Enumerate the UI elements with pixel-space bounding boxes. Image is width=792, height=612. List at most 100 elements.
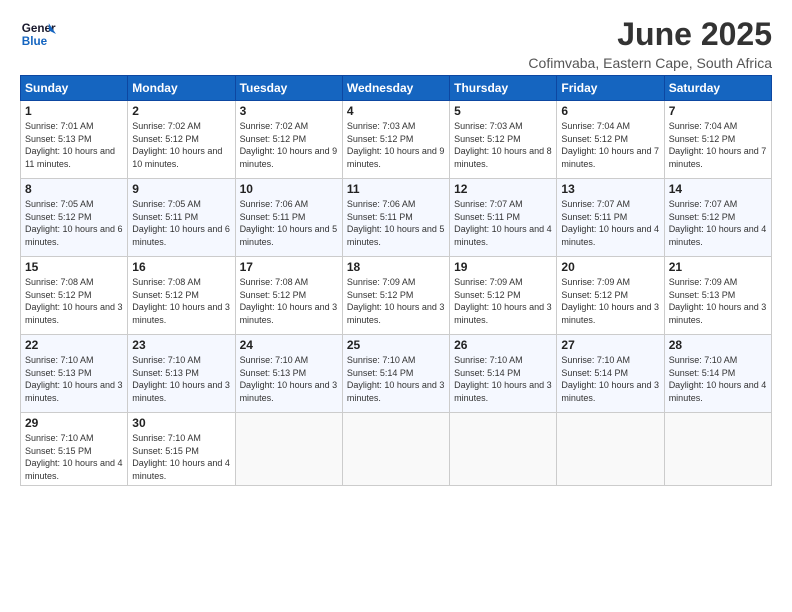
day-header-sunday: Sunday xyxy=(21,76,128,101)
day-number: 15 xyxy=(25,260,123,274)
day-number: 18 xyxy=(347,260,445,274)
day-info: Sunrise: 7:10 AM Sunset: 5:13 PM Dayligh… xyxy=(132,354,230,404)
day-info: Sunrise: 7:07 AM Sunset: 5:11 PM Dayligh… xyxy=(454,198,552,248)
day-info: Sunrise: 7:04 AM Sunset: 5:12 PM Dayligh… xyxy=(561,120,659,170)
day-info: Sunrise: 7:09 AM Sunset: 5:13 PM Dayligh… xyxy=(669,276,767,326)
table-row: 1 Sunrise: 7:01 AM Sunset: 5:13 PM Daylig… xyxy=(21,101,128,179)
day-info: Sunrise: 7:06 AM Sunset: 5:11 PM Dayligh… xyxy=(347,198,445,248)
day-info: Sunrise: 7:10 AM Sunset: 5:14 PM Dayligh… xyxy=(454,354,552,404)
day-header-thursday: Thursday xyxy=(450,76,557,101)
day-info: Sunrise: 7:09 AM Sunset: 5:12 PM Dayligh… xyxy=(454,276,552,326)
table-row: 26 Sunrise: 7:10 AM Sunset: 5:14 PM Dayli… xyxy=(450,335,557,413)
day-number: 8 xyxy=(25,182,123,196)
day-info: Sunrise: 7:03 AM Sunset: 5:12 PM Dayligh… xyxy=(454,120,552,170)
table-row: 20 Sunrise: 7:09 AM Sunset: 5:12 PM Dayli… xyxy=(557,257,664,335)
day-number: 7 xyxy=(669,104,767,118)
table-row: 22 Sunrise: 7:10 AM Sunset: 5:13 PM Dayli… xyxy=(21,335,128,413)
day-info: Sunrise: 7:05 AM Sunset: 5:12 PM Dayligh… xyxy=(25,198,123,248)
table-row: 2Sunrise: 7:02 AM Sunset: 5:12 PM Daylig… xyxy=(128,101,235,179)
table-row: 16 Sunrise: 7:08 AM Sunset: 5:12 PM Dayli… xyxy=(128,257,235,335)
calendar-table: SundayMondayTuesdayWednesdayThursdayFrid… xyxy=(20,75,772,486)
table-row: 4 Sunrise: 7:03 AM Sunset: 5:12 PM Daylig… xyxy=(342,101,449,179)
table-row: 28 Sunrise: 7:10 AM Sunset: 5:14 PM Dayli… xyxy=(664,335,771,413)
day-info: Sunrise: 7:02 AM Sunset: 5:12 PM Dayligh… xyxy=(132,120,230,170)
day-info: Sunrise: 7:05 AM Sunset: 5:11 PM Dayligh… xyxy=(132,198,230,248)
day-number: 5 xyxy=(454,104,552,118)
table-row: 25 Sunrise: 7:10 AM Sunset: 5:14 PM Dayli… xyxy=(342,335,449,413)
day-number: 24 xyxy=(240,338,338,352)
table-row: 5 Sunrise: 7:03 AM Sunset: 5:12 PM Daylig… xyxy=(450,101,557,179)
day-number: 17 xyxy=(240,260,338,274)
table-row xyxy=(235,413,342,486)
table-row: 23 Sunrise: 7:10 AM Sunset: 5:13 PM Dayli… xyxy=(128,335,235,413)
title-block: June 2025 Cofimvaba, Eastern Cape, South… xyxy=(528,16,772,71)
day-number: 20 xyxy=(561,260,659,274)
day-number: 4 xyxy=(347,104,445,118)
day-number: 10 xyxy=(240,182,338,196)
day-number: 16 xyxy=(132,260,230,274)
day-number: 23 xyxy=(132,338,230,352)
day-info: Sunrise: 7:10 AM Sunset: 5:15 PM Dayligh… xyxy=(132,432,230,482)
table-row: 8 Sunrise: 7:05 AM Sunset: 5:12 PM Daylig… xyxy=(21,179,128,257)
day-number: 13 xyxy=(561,182,659,196)
table-row: 11 Sunrise: 7:06 AM Sunset: 5:11 PM Dayli… xyxy=(342,179,449,257)
day-number: 1 xyxy=(25,104,123,118)
table-row: 3 Sunrise: 7:02 AM Sunset: 5:12 PM Daylig… xyxy=(235,101,342,179)
table-row: 12 Sunrise: 7:07 AM Sunset: 5:11 PM Dayli… xyxy=(450,179,557,257)
table-row: 24 Sunrise: 7:10 AM Sunset: 5:13 PM Dayli… xyxy=(235,335,342,413)
day-number: 12 xyxy=(454,182,552,196)
table-row: 21 Sunrise: 7:09 AM Sunset: 5:13 PM Dayli… xyxy=(664,257,771,335)
day-info: Sunrise: 7:10 AM Sunset: 5:13 PM Dayligh… xyxy=(240,354,338,404)
table-row: 19 Sunrise: 7:09 AM Sunset: 5:12 PM Dayli… xyxy=(450,257,557,335)
table-row xyxy=(664,413,771,486)
table-row xyxy=(342,413,449,486)
table-row: 7Sunrise: 7:04 AM Sunset: 5:12 PM Daylig… xyxy=(664,101,771,179)
table-row: 18 Sunrise: 7:09 AM Sunset: 5:12 PM Dayli… xyxy=(342,257,449,335)
day-number: 19 xyxy=(454,260,552,274)
table-row xyxy=(450,413,557,486)
table-row: 17 Sunrise: 7:08 AM Sunset: 5:12 PM Dayli… xyxy=(235,257,342,335)
day-number: 6 xyxy=(561,104,659,118)
day-info: Sunrise: 7:03 AM Sunset: 5:12 PM Dayligh… xyxy=(347,120,445,170)
table-row: 29Sunrise: 7:10 AM Sunset: 5:15 PM Dayli… xyxy=(21,413,128,486)
logo: General Blue xyxy=(20,16,56,52)
day-info: Sunrise: 7:10 AM Sunset: 5:14 PM Dayligh… xyxy=(561,354,659,404)
day-info: Sunrise: 7:08 AM Sunset: 5:12 PM Dayligh… xyxy=(25,276,123,326)
day-info: Sunrise: 7:07 AM Sunset: 5:12 PM Dayligh… xyxy=(669,198,767,248)
day-number: 30 xyxy=(132,416,230,430)
day-info: Sunrise: 7:10 AM Sunset: 5:13 PM Dayligh… xyxy=(25,354,123,404)
table-row: 30 Sunrise: 7:10 AM Sunset: 5:15 PM Dayli… xyxy=(128,413,235,486)
table-row: 10 Sunrise: 7:06 AM Sunset: 5:11 PM Dayli… xyxy=(235,179,342,257)
day-number: 25 xyxy=(347,338,445,352)
day-info: Sunrise: 7:02 AM Sunset: 5:12 PM Dayligh… xyxy=(240,120,338,170)
day-info: Sunrise: 7:10 AM Sunset: 5:15 PM Dayligh… xyxy=(25,432,123,482)
day-number: 11 xyxy=(347,182,445,196)
day-info: Sunrise: 7:01 AM Sunset: 5:13 PM Dayligh… xyxy=(25,120,123,170)
day-info: Sunrise: 7:10 AM Sunset: 5:14 PM Dayligh… xyxy=(669,354,767,404)
day-number: 28 xyxy=(669,338,767,352)
main-title: June 2025 xyxy=(528,16,772,53)
day-number: 21 xyxy=(669,260,767,274)
table-row: 13Sunrise: 7:07 AM Sunset: 5:11 PM Dayli… xyxy=(557,179,664,257)
day-header-tuesday: Tuesday xyxy=(235,76,342,101)
day-info: Sunrise: 7:09 AM Sunset: 5:12 PM Dayligh… xyxy=(347,276,445,326)
day-number: 22 xyxy=(25,338,123,352)
day-header-friday: Friday xyxy=(557,76,664,101)
day-info: Sunrise: 7:10 AM Sunset: 5:14 PM Dayligh… xyxy=(347,354,445,404)
day-info: Sunrise: 7:09 AM Sunset: 5:12 PM Dayligh… xyxy=(561,276,659,326)
day-info: Sunrise: 7:08 AM Sunset: 5:12 PM Dayligh… xyxy=(132,276,230,326)
day-header-monday: Monday xyxy=(128,76,235,101)
table-row xyxy=(557,413,664,486)
day-number: 26 xyxy=(454,338,552,352)
table-row: 27 Sunrise: 7:10 AM Sunset: 5:14 PM Dayli… xyxy=(557,335,664,413)
day-header-wednesday: Wednesday xyxy=(342,76,449,101)
day-number: 3 xyxy=(240,104,338,118)
subtitle: Cofimvaba, Eastern Cape, South Africa xyxy=(528,55,772,71)
table-row: 14 Sunrise: 7:07 AM Sunset: 5:12 PM Dayli… xyxy=(664,179,771,257)
day-number: 14 xyxy=(669,182,767,196)
day-number: 27 xyxy=(561,338,659,352)
day-info: Sunrise: 7:06 AM Sunset: 5:11 PM Dayligh… xyxy=(240,198,338,248)
table-row: 6 Sunrise: 7:04 AM Sunset: 5:12 PM Daylig… xyxy=(557,101,664,179)
day-info: Sunrise: 7:08 AM Sunset: 5:12 PM Dayligh… xyxy=(240,276,338,326)
table-row: 15 Sunrise: 7:08 AM Sunset: 5:12 PM Dayli… xyxy=(21,257,128,335)
